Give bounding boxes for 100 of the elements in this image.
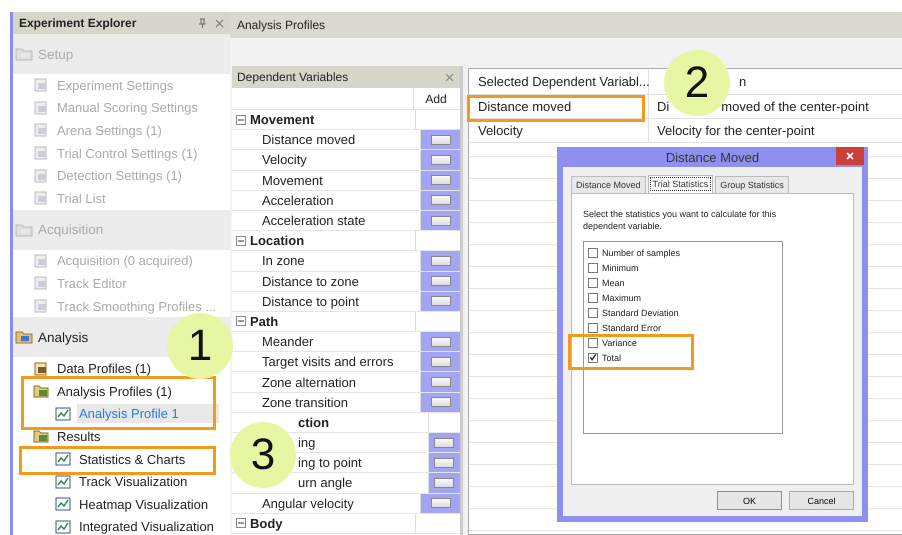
option-label: Standard Error [602,322,662,332]
option-label: Total [602,352,622,362]
option-label: Mean [602,278,625,288]
document-icon [33,191,49,206]
tree-item[interactable]: Analysis Profiles (1) [13,380,174,403]
variable-label: In zone [262,253,305,268]
add-button[interactable] [430,336,451,347]
tree-item[interactable]: Integrated Visualization [13,516,216,535]
table-cell: Velocity for the center-point [657,123,815,138]
checkbox[interactable] [588,338,598,348]
table-cell: Velocity [469,119,649,142]
variable-label: Distance to point [262,294,359,309]
checkbox[interactable] [588,352,598,362]
add-button[interactable] [430,256,451,266]
document-icon [33,299,49,314]
group-label: Location [250,233,304,248]
document-icon [33,254,49,268]
tab[interactable]: Trial Statistics [648,175,714,193]
close-button[interactable] [836,147,864,165]
close-icon [846,152,854,160]
dialog-button[interactable]: OK [717,491,782,510]
variable-label: Zone transition [262,394,348,410]
document-icon [33,276,49,290]
table-cell: Distance moved [469,95,649,118]
variable-label: Acceleration [262,192,334,208]
add-button[interactable] [430,296,451,306]
tree-item[interactable]: Statistics & Charts [13,448,188,470]
group-label: Movement [250,112,314,128]
add-button[interactable] [430,397,451,408]
option-label: Maximum [602,292,642,302]
document-title: Analysis Profiles [237,18,326,32]
column-header: n [739,74,746,89]
tab[interactable]: Group Statistics [715,176,789,193]
chart-icon [55,497,71,512]
option-label: Variance [602,338,637,348]
add-button[interactable] [430,216,451,226]
variable-label: Target visits and errors [262,354,394,370]
folder-icon [15,330,33,344]
checkbox[interactable] [588,292,598,302]
dialog-button[interactable]: Cancel [789,491,854,510]
chart-icon [55,452,71,466]
option-label: Minimum [602,262,639,272]
collapse-icon[interactable] [236,236,246,246]
add-button[interactable] [434,438,454,448]
add-button[interactable] [430,134,451,145]
tree-item[interactable]: Heatmap Visualization [13,492,210,516]
add-button[interactable] [430,154,451,165]
variable-label: Movement [262,172,323,188]
tab[interactable]: Distance Moved [571,176,646,193]
document-icon [33,78,49,92]
folder-icon [33,429,49,444]
checkbox[interactable] [588,308,598,318]
dialog-title: Distance Moved [666,150,760,164]
add-button[interactable] [434,478,454,488]
variable-label: Acceleration state [262,213,366,228]
add-button[interactable] [430,498,451,508]
panel-title: Dependent Variables [237,70,348,84]
add-button[interactable] [430,356,451,367]
close-icon[interactable] [445,72,454,82]
panel-title: Experiment Explorer [19,16,138,30]
document-icon [33,123,49,138]
group-label: ction [298,414,330,430]
variable-label: urn angle [298,475,352,490]
collapse-icon[interactable] [236,114,246,125]
tree-item[interactable]: Results [13,425,102,448]
variable-label: Distance to zone [262,274,359,289]
document-icon [33,168,49,183]
collapse-icon[interactable] [236,316,246,326]
pin-icon[interactable] [198,18,207,28]
add-button[interactable] [430,175,451,186]
close-icon[interactable] [215,18,224,28]
chart-icon [55,474,71,489]
checkbox[interactable] [588,248,598,258]
chart-icon [55,406,71,421]
add-button[interactable] [434,458,454,468]
variable-label: Velocity [262,152,307,168]
add-button[interactable] [430,377,451,388]
checkbox[interactable] [588,322,598,332]
collapse-icon[interactable] [236,518,246,528]
document-icon [33,146,49,160]
tree-item[interactable]: Data Profiles (1) [13,357,153,380]
folder-icon [33,384,49,398]
document-icon [33,362,49,376]
group-label: Body [250,516,282,531]
checkbox[interactable] [588,262,598,272]
section-header[interactable]: Analysis [15,330,88,345]
option-label: Standard Deviation [602,308,679,318]
option-label: Number of samples [602,248,680,258]
checkbox[interactable] [588,278,598,288]
column-header: Add [424,91,448,108]
add-button[interactable] [430,195,451,206]
tree-item[interactable]: Track Visualization [13,470,190,493]
variable-label: ing [298,435,316,450]
variable-label: Angular velocity [262,496,354,511]
variable-label: Zone alternation [262,374,356,390]
variable-label: Meander [262,334,314,350]
group-label: Path [250,314,278,329]
variable-label: ing to point [298,455,362,470]
column-header: Selected Dependent Variabl... [469,69,649,94]
add-button[interactable] [430,276,451,286]
